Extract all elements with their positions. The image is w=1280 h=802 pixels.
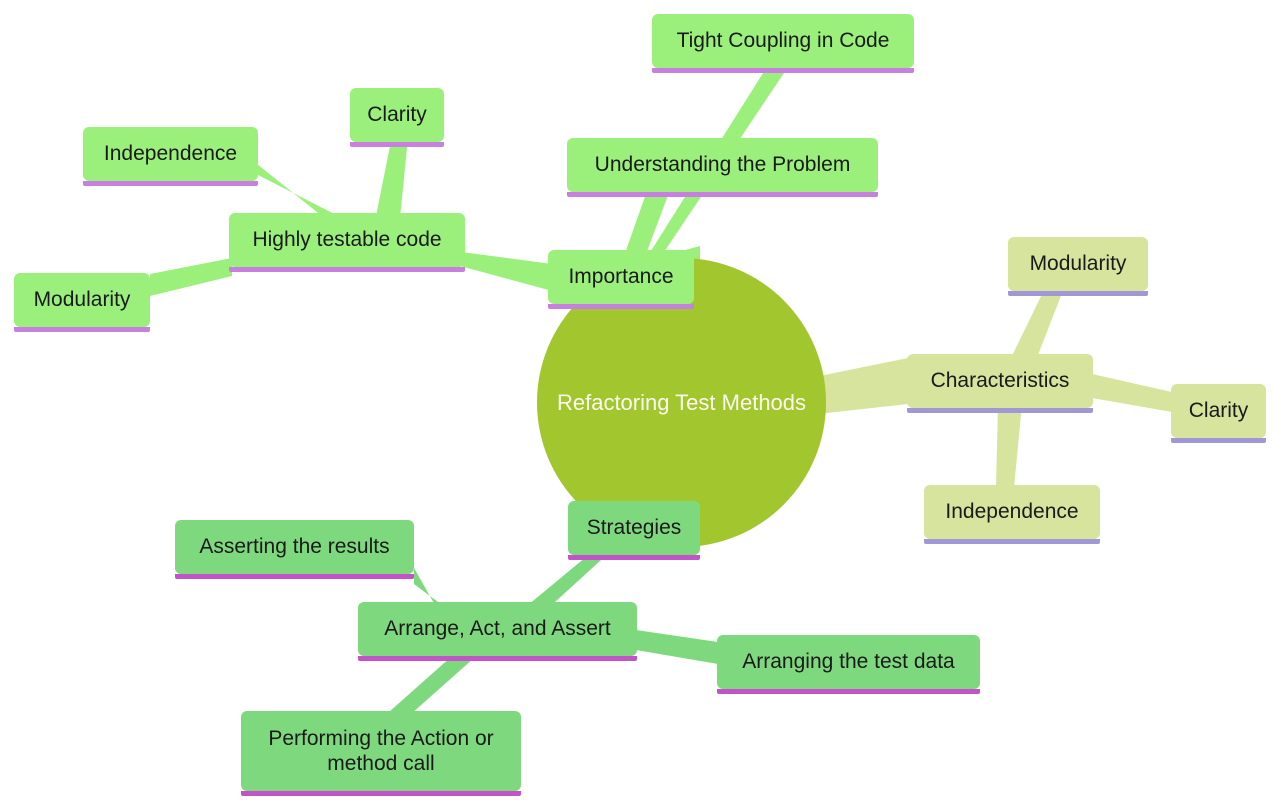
node-label-modularity-left: Modularity [33,288,131,312]
node-performing-the-action-or-method-call[interactable]: Performing the Action or method call [241,711,521,796]
node-arranging-the-test-data[interactable]: Arranging the test data [717,635,980,694]
node-label-asserting-the-results: Asserting the results [199,535,390,559]
node-label-importance: Importance [568,265,674,289]
node-label-performing-the-action-or-method-call: Performing the Action or method call [268,726,494,775]
edge-importance-highly-testable [460,252,556,292]
node-label-tight-coupling-in-code: Tight Coupling in Code [676,29,890,53]
edge-characteristics-modularity [1010,286,1064,360]
edge-characteristics-independence [996,404,1022,488]
node-label-clarity-right: Clarity [1188,399,1249,423]
node-importance[interactable]: Importance [548,250,694,309]
node-label-strategies: Strategies [586,516,682,540]
edge-highly-testable-clarity [376,136,408,218]
node-strategies[interactable]: Strategies [568,501,700,560]
node-label-highly-testable-code: Highly testable code [252,228,442,252]
node-label-arrange-act-and-assert: Arrange, Act, and Assert [384,617,611,641]
node-asserting-the-results[interactable]: Asserting the results [175,520,414,579]
node-understanding-the-problem[interactable]: Understanding the Problem [567,138,878,197]
node-independence-right[interactable]: Independence [924,485,1100,544]
node-tight-coupling-in-code[interactable]: Tight Coupling in Code [652,14,914,73]
node-root-label: Refactoring Test Methods [556,389,807,415]
node-highly-testable-code[interactable]: Highly testable code [229,213,465,272]
node-clarity-right[interactable]: Clarity [1171,384,1266,443]
mindmap-canvas: Refactoring Test Methods Tight Coupling … [0,0,1280,802]
node-arrange-act-and-assert[interactable]: Arrange, Act, and Assert [358,602,637,661]
node-clarity-left[interactable]: Clarity [350,88,444,147]
node-modularity-left[interactable]: Modularity [14,273,150,332]
node-label-modularity-right: Modularity [1029,252,1127,276]
node-label-understanding-the-problem: Understanding the Problem [594,153,851,177]
edge-arrange-arranging-test-data [636,630,718,664]
node-modularity-right[interactable]: Modularity [1008,237,1148,296]
edge-highly-testable-modularity [150,258,232,296]
node-independence-left[interactable]: Independence [83,127,258,186]
node-label-arranging-the-test-data: Arranging the test data [742,650,955,674]
node-label-independence-right: Independence [945,500,1079,524]
node-characteristics[interactable]: Characteristics [907,354,1093,413]
edge-characteristics-clarity [1092,374,1172,412]
node-label-clarity-left: Clarity [367,103,427,127]
node-label-characteristics: Characteristics [930,369,1070,393]
node-label-independence-left: Independence [103,142,238,166]
